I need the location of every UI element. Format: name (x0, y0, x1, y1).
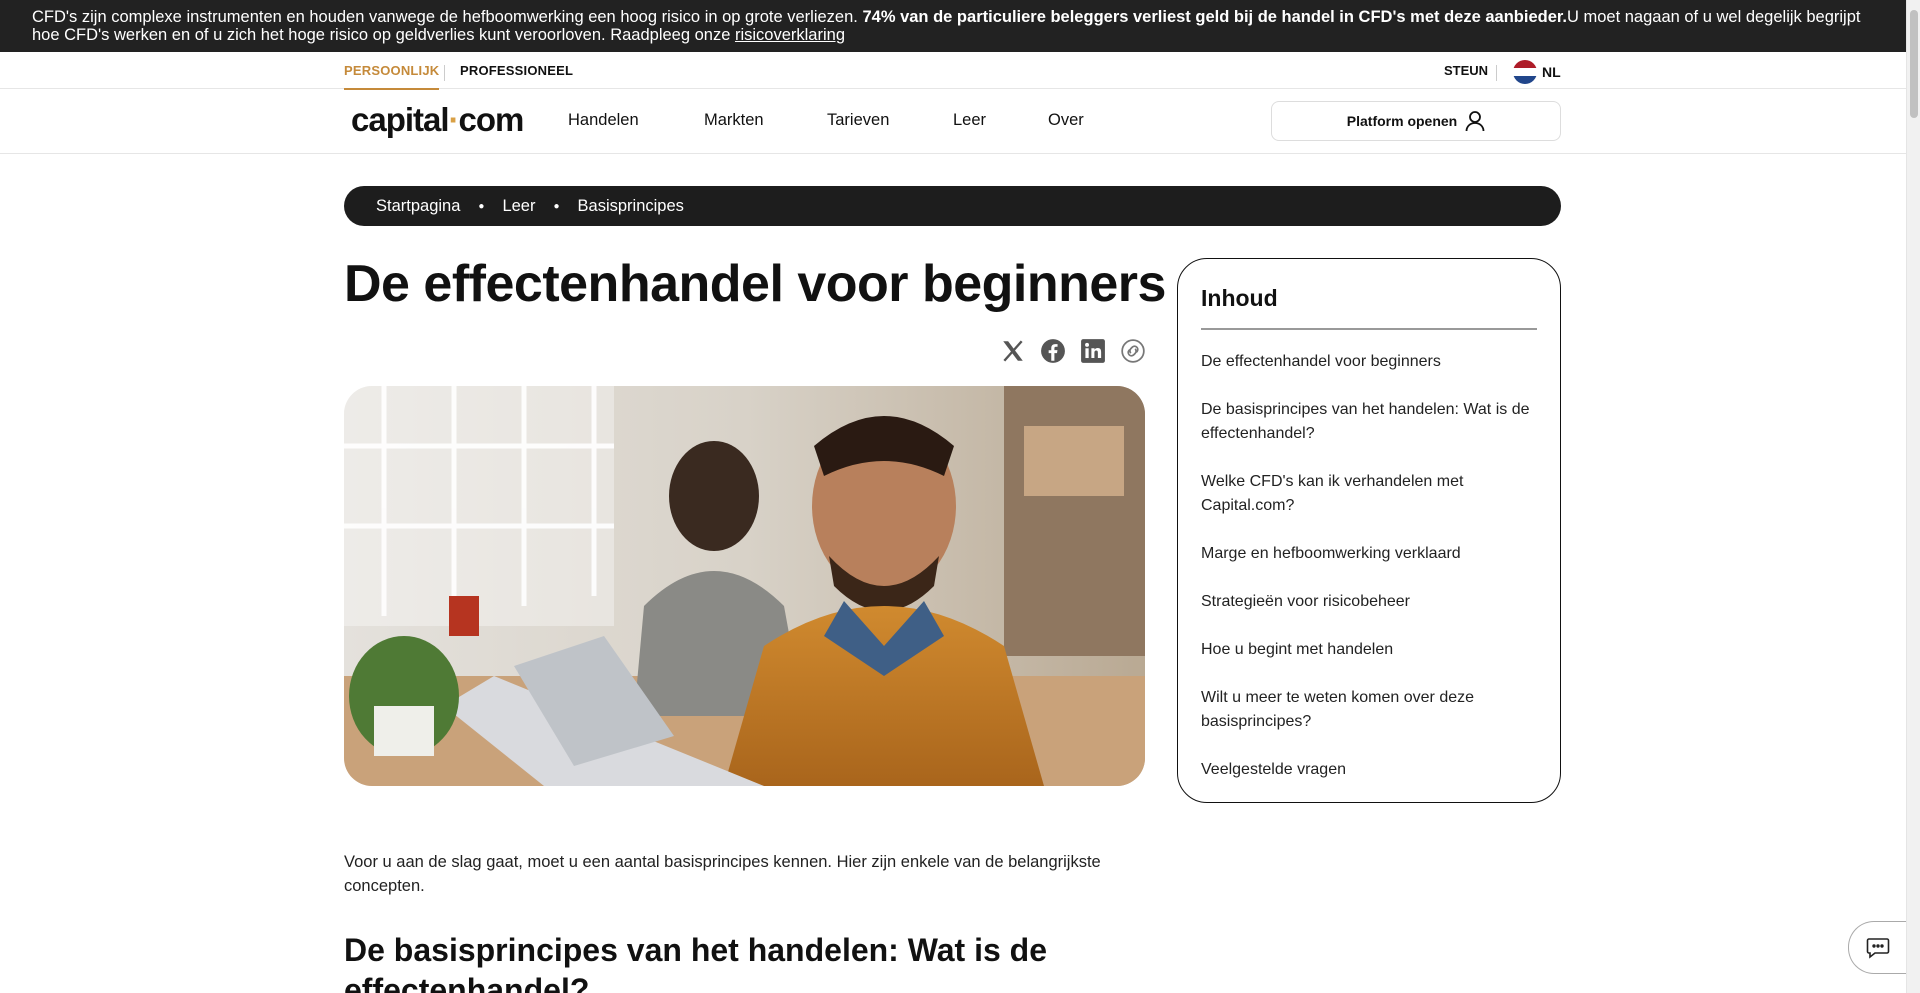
open-platform-button[interactable]: Platform openen (1271, 101, 1561, 141)
main-navigation: capital·com Handelen Markten Tarieven Le… (0, 89, 1906, 154)
logo-dot: · (448, 101, 460, 138)
logo-text-com: com (458, 101, 525, 138)
flag-white-stripe (1513, 68, 1537, 76)
toc-item[interactable]: Welke CFD's kan ik verhandelen met Capit… (1201, 470, 1537, 518)
breadcrumb-home[interactable]: Startpagina (376, 197, 460, 216)
tab-professional[interactable]: PROFESSIONEEL (460, 63, 573, 78)
nav-item-handelen[interactable]: Handelen (568, 111, 639, 130)
open-platform-label: Platform openen (1346, 113, 1458, 129)
x-icon[interactable] (999, 337, 1027, 365)
table-of-contents: Inhoud De effectenhandel voor beginners … (1177, 258, 1561, 803)
risk-text-bold: 74% van de particuliere beleggers verlie… (862, 8, 1567, 26)
divider (1496, 65, 1497, 81)
breadcrumb-separator: ● (553, 200, 560, 212)
toc-item[interactable]: Veelgestelde vragen (1201, 758, 1537, 782)
tab-personal[interactable]: PERSOONLIJK (344, 63, 440, 90)
nav-item-tarieven[interactable]: Tarieven (827, 111, 889, 130)
breadcrumb-separator: ● (478, 200, 485, 212)
audience-strip: PERSOONLIJK PROFESSIONEEL STEUN NL (0, 52, 1906, 90)
breadcrumb-learn[interactable]: Leer (502, 197, 535, 216)
facebook-icon[interactable] (1039, 337, 1067, 365)
support-link[interactable]: STEUN (1444, 63, 1488, 78)
chat-button[interactable] (1848, 921, 1906, 974)
scrollbar-thumb[interactable] (1910, 10, 1918, 118)
toc-item[interactable]: Strategieën voor risicobeheer (1201, 590, 1537, 614)
toc-item[interactable]: Hoe u begint met handelen (1201, 638, 1537, 662)
nav-item-markten[interactable]: Markten (704, 111, 764, 130)
nav-item-over[interactable]: Over (1048, 111, 1084, 130)
toc-item[interactable]: De effectenhandel voor beginners (1201, 350, 1537, 374)
toc-title: Inhoud (1201, 285, 1537, 330)
toc-item[interactable]: Marge en hefboomwerking verklaard (1201, 542, 1537, 566)
user-icon (1465, 111, 1485, 132)
toc-list: De effectenhandel voor beginners De basi… (1201, 350, 1537, 782)
share-bar (999, 337, 1147, 365)
nav-item-leer[interactable]: Leer (953, 111, 986, 130)
flag-red-stripe (1513, 60, 1537, 68)
linkedin-icon[interactable] (1079, 337, 1107, 365)
flag-blue-stripe (1513, 76, 1537, 84)
toc-item[interactable]: De basisprincipes van het handelen: Wat … (1201, 398, 1537, 446)
capital-com-logo[interactable]: capital·com (351, 101, 525, 139)
section-heading: De basisprincipes van het handelen: Wat … (344, 932, 1047, 993)
netherlands-flag-icon (1513, 60, 1537, 84)
toc-item[interactable]: Wilt u meer te weten komen over deze bas… (1201, 686, 1537, 734)
intro-paragraph: Voor u aan de slag gaat, moet u een aant… (344, 853, 1101, 895)
copy-link-icon[interactable] (1119, 337, 1147, 365)
breadcrumb: Startpagina ● Leer ● Basisprincipes (344, 186, 1561, 226)
hero-image (344, 386, 1145, 786)
risk-disclosure-link[interactable]: risicoverklaring (735, 26, 845, 44)
language-selector[interactable]: NL (1513, 60, 1561, 84)
page-scrollbar[interactable] (1906, 0, 1920, 993)
breadcrumb-basics: Basisprincipes (577, 196, 684, 215)
chat-icon (1866, 937, 1889, 959)
divider (444, 65, 445, 81)
page-title: De effectenhandel voor beginners (344, 255, 1166, 313)
logo-text-capital: capital (351, 101, 450, 138)
language-code: NL (1542, 64, 1561, 80)
risk-warning-banner: CFD's zijn complexe instrumenten en houd… (0, 0, 1920, 52)
risk-text-before: CFD's zijn complexe instrumenten en houd… (32, 8, 863, 26)
